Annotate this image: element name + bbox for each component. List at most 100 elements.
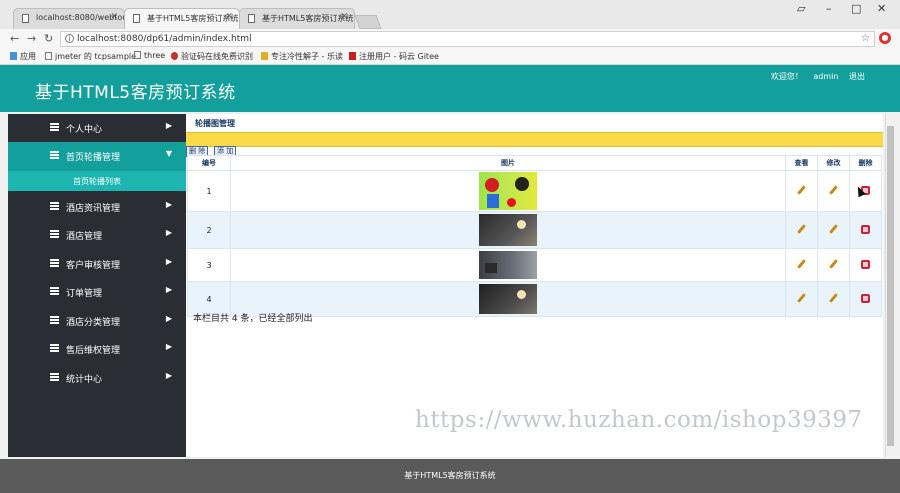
list-summary: 本栏目共 4 条，已经全部列出 — [193, 314, 313, 324]
sidebar-item-customer-review[interactable]: 客户审核管理 ▶ — [8, 250, 186, 278]
app-footer: 基于HTML5客房预订系统 — [0, 459, 900, 493]
app-header: 基于HTML5客房预订系统 欢迎您！ admin 退出 — [0, 65, 900, 112]
delete-cell — [849, 211, 882, 249]
gitee-icon — [349, 52, 356, 60]
delete-cell — [849, 170, 882, 212]
maximize-icon[interactable]: □ — [851, 2, 861, 15]
delete-icon[interactable] — [861, 293, 870, 303]
sidebar-item-hotel-category[interactable]: 酒店分类管理 ▶ — [8, 307, 186, 335]
sidebar-subitem-carousel-list[interactable]: 首页轮播列表 — [8, 171, 186, 191]
forward-icon[interactable]: → — [27, 32, 36, 45]
table-header-row: 编号 图片 查看 修改 删除 — [187, 155, 882, 171]
sidebar-item-after-sales[interactable]: 售后维权管理 ▶ — [8, 335, 186, 363]
document-icon — [45, 52, 52, 60]
browser-tab-3[interactable]: 基于HTML5客房预订系统 ✕ — [239, 8, 355, 29]
chevron-right-icon: ▶ — [165, 342, 172, 351]
menu-icon — [50, 123, 59, 132]
extension-icon[interactable]: ● — [879, 32, 891, 44]
watermark: https://www.huzhan.com/ishop39397 — [415, 407, 863, 433]
row-id: 2 — [187, 211, 231, 249]
view-pencil-icon[interactable] — [796, 185, 807, 196]
view-cell — [785, 170, 818, 212]
carousel-thumbnail[interactable] — [479, 251, 537, 279]
close-window-icon[interactable]: ✕ — [877, 2, 886, 15]
menu-icon — [50, 202, 59, 211]
logout-link[interactable]: 退出 — [849, 72, 865, 81]
welcome-text: 欢迎您！ — [770, 72, 803, 81]
view-pencil-icon[interactable] — [796, 293, 807, 304]
profile-icon[interactable]: ▱ — [797, 2, 805, 15]
document-icon — [134, 51, 141, 59]
back-icon[interactable]: ← — [10, 32, 19, 45]
column-header-id: 编号 — [187, 155, 231, 171]
edit-pencil-icon[interactable] — [828, 185, 839, 196]
carousel-thumbnail[interactable] — [479, 172, 537, 210]
close-tab-icon[interactable]: ✕ — [110, 12, 118, 22]
browser-tab-2[interactable]: 基于HTML5客房预订系统 ✕ — [124, 8, 240, 29]
view-pencil-icon[interactable] — [796, 224, 807, 235]
bookmark-apps[interactable]: 应用 — [10, 51, 36, 62]
chevron-right-icon: ▶ — [165, 228, 172, 237]
document-icon — [133, 14, 140, 23]
column-header-view: 查看 — [785, 155, 818, 171]
sidebar-item-carousel[interactable]: 首页轮播管理 ▼ — [8, 142, 186, 171]
address-bar[interactable]: i localhost:8080/dp61/admin/index.html ☆ — [60, 31, 875, 47]
table-row: 3 — [187, 248, 882, 282]
carousel-thumbnail[interactable] — [479, 284, 537, 314]
menu-icon — [50, 373, 59, 382]
document-icon — [22, 14, 29, 23]
edit-pencil-icon[interactable] — [828, 224, 839, 235]
chevron-right-icon: ▶ — [165, 314, 172, 323]
sidebar-item-personal-center[interactable]: 个人中心 ▶ — [8, 114, 186, 142]
delete-icon[interactable] — [861, 224, 870, 234]
edit-pencil-icon[interactable] — [828, 293, 839, 304]
bookmark-jmeter[interactable]: jmeter 的 tcpsample — [45, 51, 136, 62]
delete-icon[interactable] — [861, 259, 870, 269]
carousel-thumbnail[interactable] — [479, 214, 537, 246]
browser-tab-bar: localhost:8080/webtou ✕ 基于HTML5客房预订系统 ✕ … — [0, 0, 900, 29]
menu-icon — [50, 151, 59, 160]
carousel-table: 编号 图片 查看 修改 删除 1 2 3 4 — [187, 155, 882, 317]
column-header-edit: 修改 — [817, 155, 850, 171]
chevron-right-icon: ▶ — [165, 285, 172, 294]
table-row: 2 — [187, 211, 882, 249]
menu-icon — [50, 287, 59, 296]
info-icon[interactable]: i — [65, 34, 74, 43]
bookmark-gitee[interactable]: 注册用户 - 码云 Gitee — [349, 51, 439, 62]
username[interactable]: admin — [813, 72, 838, 81]
sidebar-item-hotel[interactable]: 酒店管理 ▶ — [8, 221, 186, 249]
new-tab-button[interactable] — [354, 15, 382, 29]
browser-tab-1[interactable]: localhost:8080/webtou ✕ — [13, 8, 125, 29]
row-id: 1 — [187, 170, 231, 212]
bookmark-captcha[interactable]: 验证码在线免费识别 — [171, 51, 253, 62]
row-image-cell — [230, 281, 786, 317]
edit-pencil-icon[interactable] — [828, 259, 839, 270]
sidebar-item-statistics[interactable]: 统计中心 ▶ — [8, 364, 186, 392]
menu-icon — [50, 344, 59, 353]
reload-icon[interactable]: ↻ — [44, 32, 53, 45]
close-tab-icon[interactable]: ✕ — [340, 12, 348, 22]
user-info: 欢迎您！ admin 退出 — [763, 71, 865, 82]
table-row: 1 — [187, 170, 882, 212]
column-header-delete: 删除 — [849, 155, 882, 171]
app-title: 基于HTML5客房预订系统 — [35, 83, 236, 103]
edit-cell — [817, 211, 850, 249]
view-cell — [785, 281, 818, 317]
row-id: 3 — [187, 248, 231, 282]
minimize-icon[interactable]: – — [826, 2, 832, 15]
close-tab-icon[interactable]: ✕ — [225, 12, 233, 22]
sidebar-item-orders[interactable]: 订单管理 ▶ — [8, 278, 186, 306]
sidebar-item-hotel-news[interactable]: 酒店资讯管理 ▶ — [8, 193, 186, 221]
menu-icon — [50, 316, 59, 325]
scrollbar-thumb[interactable] — [887, 126, 894, 446]
bookmark-three[interactable]: three — [134, 51, 165, 60]
bookmark-star-icon[interactable]: ☆ — [861, 33, 870, 44]
view-cell — [785, 211, 818, 249]
row-image-cell — [230, 170, 786, 212]
page-scrollbar[interactable] — [885, 114, 895, 457]
view-pencil-icon[interactable] — [796, 259, 807, 270]
edit-cell — [817, 248, 850, 282]
chevron-right-icon: ▶ — [165, 371, 172, 380]
browser-nav-bar: ← → ↻ i localhost:8080/dp61/admin/index.… — [0, 29, 900, 50]
bookmark-reading[interactable]: 专注冷性解子 - 乐读 — [261, 51, 343, 62]
